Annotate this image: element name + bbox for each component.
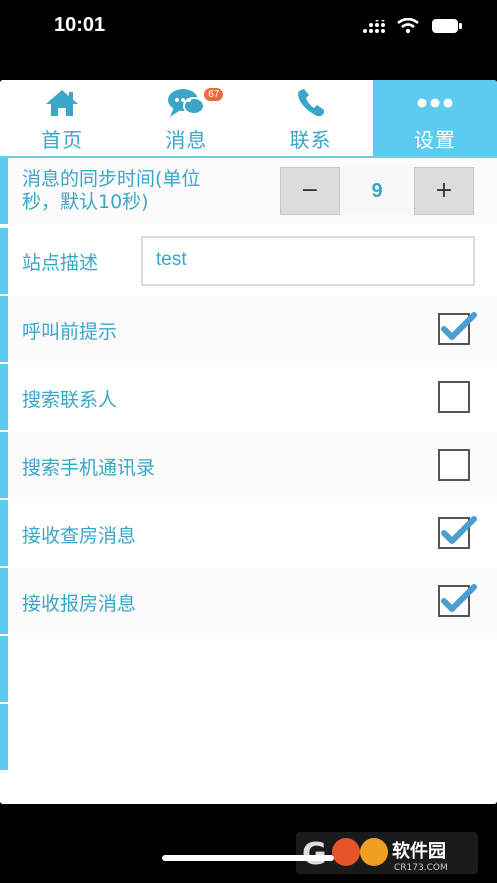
wifi-icon (397, 18, 419, 34)
checkbox-checked[interactable] (438, 312, 477, 345)
row-accent-bar (0, 500, 8, 566)
tab-bar: 首页 67 消息 联系 设置 (0, 80, 497, 158)
more-icon (417, 98, 453, 108)
home-icon (46, 90, 79, 116)
tab-settings-label: 设置 (413, 128, 456, 152)
row-accent-bar (0, 432, 8, 498)
tab-settings[interactable]: 设置 (372, 80, 497, 156)
tab-messages[interactable]: 67 消息 (124, 80, 248, 156)
status-bar: 10:01 (0, 0, 497, 60)
site-desc-input[interactable]: test (141, 236, 475, 286)
sync-decrement-button[interactable]: − (280, 167, 340, 215)
site-desc-label: 站点描述 (22, 252, 99, 274)
toggle-row-room-report-messages[interactable]: 接收报房消息 (0, 568, 497, 634)
toggle-label: 搜索联系人 (22, 389, 118, 411)
watermark-logo: G 软件园 CR173.COM (296, 832, 478, 874)
watermark-domain: CR173.COM (394, 863, 448, 873)
tab-home[interactable]: 首页 (0, 80, 124, 156)
row-accent-bar (0, 296, 8, 362)
toggle-row-search-phonebook[interactable]: 搜索手机通讯录 (0, 432, 497, 498)
toggle-row-room-check-messages[interactable]: 接收查房消息 (0, 500, 497, 566)
row-accent-bar (0, 636, 8, 702)
row-accent-bar (0, 568, 8, 634)
tab-contacts-label: 联系 (289, 128, 332, 152)
checkbox-checked[interactable] (438, 516, 477, 549)
toggle-label: 呼叫前提示 (22, 321, 118, 343)
checkbox-checked[interactable] (438, 584, 477, 617)
toggle-row-call-prompt[interactable]: 呼叫前提示 (0, 296, 497, 362)
phone-icon (297, 89, 324, 117)
toggle-label: 接收查房消息 (22, 525, 137, 547)
toggle-row-search-contacts[interactable]: 搜索联系人 (0, 364, 497, 430)
checkmark-icon (441, 516, 477, 544)
row-accent-bar (0, 704, 8, 770)
sync-increment-button[interactable]: + (414, 167, 474, 215)
sync-interval-label: 消息的同步时间(单位 秒，默认10秒) (22, 168, 201, 213)
tab-contacts[interactable]: 联系 (249, 80, 373, 156)
toggle-label: 接收报房消息 (22, 593, 137, 615)
signal-icon (363, 20, 385, 33)
checkbox-unchecked[interactable] (438, 449, 470, 481)
row-accent-bar (0, 228, 8, 294)
site-desc-row: 站点描述 test (0, 228, 497, 294)
sync-interval-row: 消息的同步时间(单位 秒，默认10秒) − 9 + (0, 158, 497, 224)
battery-icon (432, 19, 462, 33)
tab-home-label: 首页 (41, 128, 84, 152)
checkmark-icon (441, 584, 477, 612)
empty-row (0, 704, 497, 770)
status-time: 10:01 (54, 14, 106, 36)
settings-screen: 首页 67 消息 联系 设置 消息的同步时间(单位 秒，默认10秒) − 9 +… (0, 80, 497, 804)
toggle-label: 搜索手机通讯录 (22, 457, 156, 479)
sync-interval-value[interactable]: 9 (341, 167, 413, 215)
home-indicator[interactable] (162, 855, 334, 861)
empty-row (0, 636, 497, 702)
unread-badge: 67 (204, 88, 224, 101)
watermark-text: 软件园 (392, 840, 446, 862)
tab-messages-label: 消息 (165, 128, 208, 152)
row-accent-bar (0, 364, 8, 430)
chat-icon (168, 89, 206, 117)
checkbox-unchecked[interactable] (438, 381, 470, 413)
row-accent-bar (0, 158, 8, 224)
checkmark-icon (441, 312, 477, 340)
